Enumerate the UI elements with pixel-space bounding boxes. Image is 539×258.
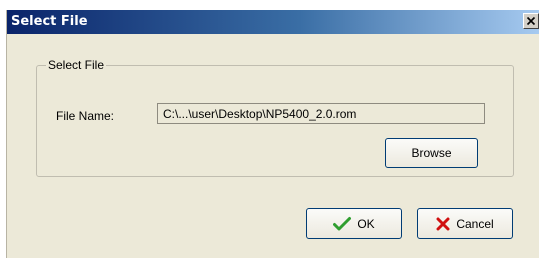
group-legend: Select File [46, 58, 107, 72]
browse-button-label: Browse [411, 146, 452, 160]
ok-button[interactable]: OK [306, 208, 402, 239]
file-name-field[interactable] [157, 103, 485, 124]
cancel-button[interactable]: Cancel [417, 208, 513, 239]
ok-button-label: OK [357, 216, 375, 231]
checkmark-icon [333, 216, 352, 232]
red-x-icon [436, 217, 450, 231]
file-name-label: File Name: [56, 109, 115, 123]
title-bar[interactable]: Select File [7, 10, 539, 34]
cancel-button-label: Cancel [456, 216, 494, 231]
browse-button[interactable]: Browse [385, 138, 478, 168]
close-icon [526, 16, 536, 26]
close-button[interactable] [523, 13, 539, 29]
window-title: Select File [11, 14, 88, 29]
